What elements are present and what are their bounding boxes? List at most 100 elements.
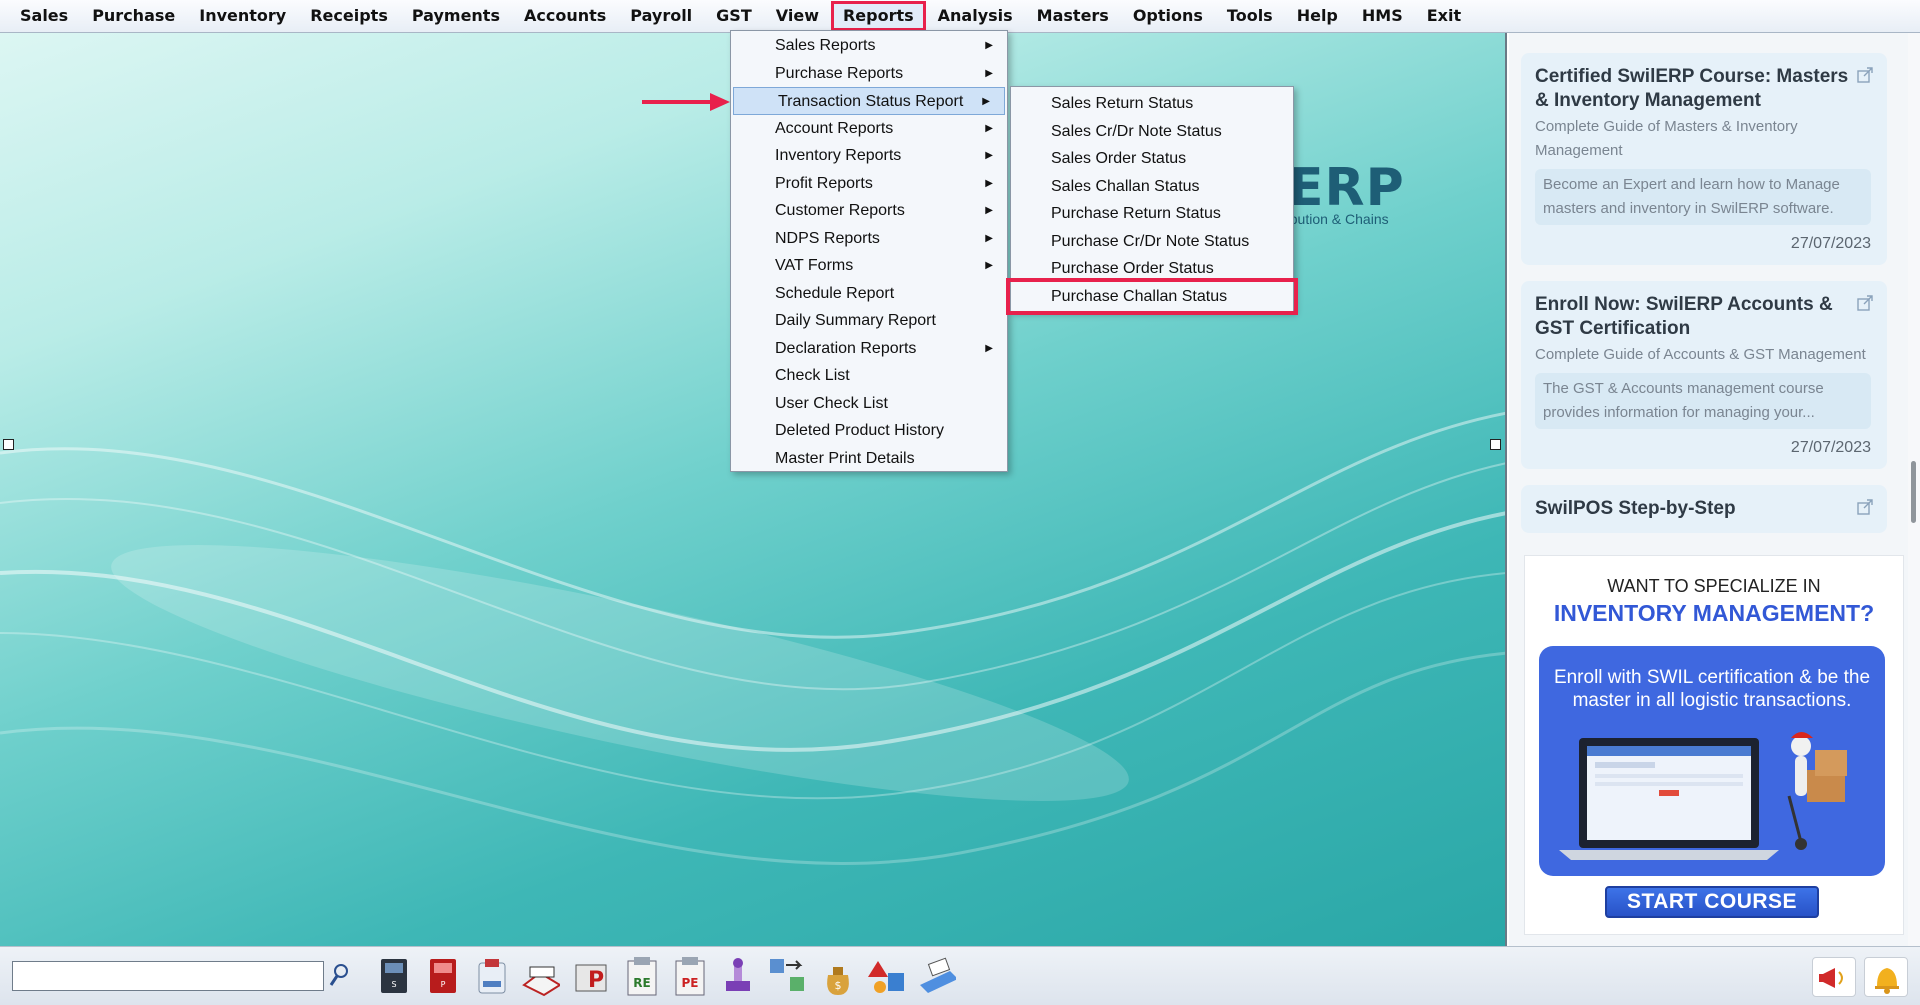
quick-search-input[interactable] [12, 961, 324, 991]
menu-item-check-list[interactable]: Check List [731, 362, 1007, 390]
menu-options[interactable]: Options [1121, 1, 1215, 31]
submenu-item-purchase-return-status[interactable]: Purchase Return Status [1011, 200, 1293, 228]
menu-inventory[interactable]: Inventory [187, 1, 298, 31]
menu-item-label: VAT Forms [775, 257, 854, 274]
menu-item-purchase-reports[interactable]: Purchase Reports ▶ [731, 60, 1007, 88]
menu-item-transaction-status-report[interactable]: Transaction Status Report ▶ [733, 87, 1005, 115]
menu-item-label: Declaration Reports [775, 339, 917, 357]
menu-reports[interactable]: Reports [830, 1, 926, 31]
order-book-icon[interactable] [520, 955, 560, 997]
menu-item-label: Schedule Report [775, 284, 895, 302]
announcement-button[interactable] [1812, 957, 1856, 997]
svg-text:P: P [441, 980, 446, 989]
purchase-book-icon[interactable]: P [424, 955, 464, 997]
menu-item-daily-summary-report[interactable]: Daily Summary Report [731, 307, 1007, 335]
menu-item-inventory-reports[interactable]: Inventory Reports ▶ [731, 142, 1007, 170]
menu-item-account-reports[interactable]: Account Reports ▶ [731, 115, 1007, 143]
menu-item-user-check-list[interactable]: User Check List [731, 390, 1007, 418]
external-link-icon[interactable] [1857, 499, 1873, 515]
menu-item-ndps-reports[interactable]: NDPS Reports ▶ [731, 225, 1007, 253]
menu-accounts[interactable]: Accounts [512, 1, 618, 31]
menu-item-deleted-product-history[interactable]: Deleted Product History [731, 417, 1007, 445]
submenu-item-sales-return-status[interactable]: Sales Return Status [1011, 90, 1293, 118]
notification-button[interactable] [1864, 957, 1908, 997]
menu-item-profit-reports[interactable]: Profit Reports ▶ [731, 170, 1007, 198]
svg-text:RE: RE [633, 976, 650, 990]
printer-icon[interactable] [916, 955, 956, 997]
menu-gst[interactable]: GST [704, 1, 764, 31]
news-card-title: Enroll Now: SwilERP Accounts & GST Certi… [1535, 294, 1833, 339]
submenu-item-purchase-crdr-note-status[interactable]: Purchase Cr/Dr Note Status [1011, 228, 1293, 256]
resize-handle-right[interactable] [1490, 439, 1501, 450]
course-advert[interactable]: WANT TO SPECIALIZE IN INVENTORY MANAGEME… [1524, 555, 1904, 935]
menu-item-label: Profit Reports [775, 174, 873, 192]
menu-view[interactable]: View [764, 1, 831, 31]
submenu-arrow-icon: ▶ [985, 177, 993, 189]
menu-item-label: Deleted Product History [775, 422, 944, 439]
menu-tools[interactable]: Tools [1215, 1, 1285, 31]
svg-text:PE: PE [682, 976, 699, 990]
payment-icon[interactable] [473, 955, 513, 997]
bell-icon [1875, 968, 1899, 994]
money-bag-icon[interactable]: $ [818, 955, 858, 997]
submenu-item-sales-challan-status[interactable]: Sales Challan Status [1011, 173, 1293, 201]
submenu-item-purchase-challan-status[interactable]: Purchase Challan Status [1006, 277, 1298, 315]
menu-exit[interactable]: Exit [1415, 1, 1473, 31]
shapes-icon[interactable] [866, 955, 906, 997]
megaphone-icon [1819, 968, 1843, 988]
transfer-icon[interactable] [766, 955, 806, 997]
submenu-item-sales-crdr-note-status[interactable]: Sales Cr/Dr Note Status [1011, 118, 1293, 146]
menu-masters[interactable]: Masters [1025, 1, 1121, 31]
menu-help[interactable]: Help [1285, 1, 1350, 31]
panel-scrollbar[interactable] [1908, 33, 1920, 946]
external-link-icon[interactable] [1857, 67, 1873, 83]
external-link-icon[interactable] [1857, 295, 1873, 311]
submenu-arrow-icon: ▶ [985, 232, 993, 244]
menu-item-sales-reports[interactable]: Sales Reports ▶ [731, 32, 1007, 60]
transaction-status-submenu: Sales Return Status Sales Cr/Dr Note Sta… [1006, 86, 1298, 315]
menu-analysis[interactable]: Analysis [926, 1, 1025, 31]
menu-item-label: Customer Reports [775, 202, 905, 219]
news-card[interactable]: Enroll Now: SwilERP Accounts & GST Certi… [1521, 281, 1887, 469]
bottom-toolbar: S P P RE PE $ [0, 946, 1920, 1005]
menu-hms[interactable]: HMS [1350, 1, 1415, 31]
advert-panel: Enroll with SWIL certification & be the … [1539, 646, 1885, 876]
sale-book-icon[interactable]: S [375, 955, 415, 997]
submenu-arrow-icon: ▶ [982, 96, 990, 107]
background-logo-tagline: ribution & Chains [1282, 211, 1389, 227]
background-logo: ERP [1288, 158, 1405, 218]
news-feed[interactable]: Certified SwilERP Course: Masters & Inve… [1521, 53, 1899, 573]
advert-headline: INVENTORY MANAGEMENT? [1553, 600, 1875, 626]
menu-item-vat-forms[interactable]: VAT Forms ▶ [731, 252, 1007, 280]
menu-item-declaration-reports[interactable]: Declaration Reports ▶ [731, 335, 1007, 363]
search-icon[interactable] [328, 962, 350, 988]
menu-purchase[interactable]: Purchase [80, 1, 187, 31]
news-card-subtitle: Complete Guide of Accounts & GST Managem… [1535, 346, 1866, 363]
start-course-button[interactable]: START COURSE [1605, 886, 1819, 918]
menu-payroll[interactable]: Payroll [618, 1, 704, 31]
menu-item-label: User Check List [775, 394, 888, 412]
stamp-icon[interactable] [718, 955, 758, 997]
reports-dropdown: Sales Reports ▶ Purchase Reports ▶ Transac… [730, 30, 1008, 472]
scrollbar-thumb[interactable] [1911, 461, 1916, 523]
news-card[interactable]: SwilPOS Step-by-Step [1521, 485, 1887, 533]
menu-item-label: Daily Summary Report [775, 312, 936, 329]
menu-item-schedule-report[interactable]: Schedule Report [731, 280, 1007, 308]
news-card[interactable]: Certified SwilERP Course: Masters & Inve… [1521, 53, 1887, 265]
purchase-entry-icon[interactable]: PE [670, 955, 710, 997]
menu-receipts[interactable]: Receipts [298, 1, 400, 31]
menu-item-customer-reports[interactable]: Customer Reports ▶ [731, 197, 1007, 225]
submenu-item-purchase-order-status[interactable]: Purchase Order Status [1011, 255, 1293, 283]
submenu-item-sales-order-status[interactable]: Sales Order Status [1011, 145, 1293, 173]
receipt-entry-icon[interactable]: RE [622, 955, 662, 997]
resize-handle-left[interactable] [3, 439, 14, 450]
annotation-arrow-icon [642, 93, 730, 111]
menu-bar: Sales Purchase Inventory Receipts Paymen… [0, 0, 1920, 33]
menu-item-label: Purchase Reports [775, 64, 904, 82]
menu-item-master-print-details[interactable]: Master Print Details [731, 445, 1007, 473]
menu-sales[interactable]: Sales [8, 1, 80, 31]
menu-payments[interactable]: Payments [400, 1, 512, 31]
print-icon[interactable]: P [572, 955, 612, 997]
submenu-arrow-icon: ▶ [985, 67, 993, 79]
news-card-title: Certified SwilERP Course: Masters & Inve… [1535, 66, 1849, 111]
